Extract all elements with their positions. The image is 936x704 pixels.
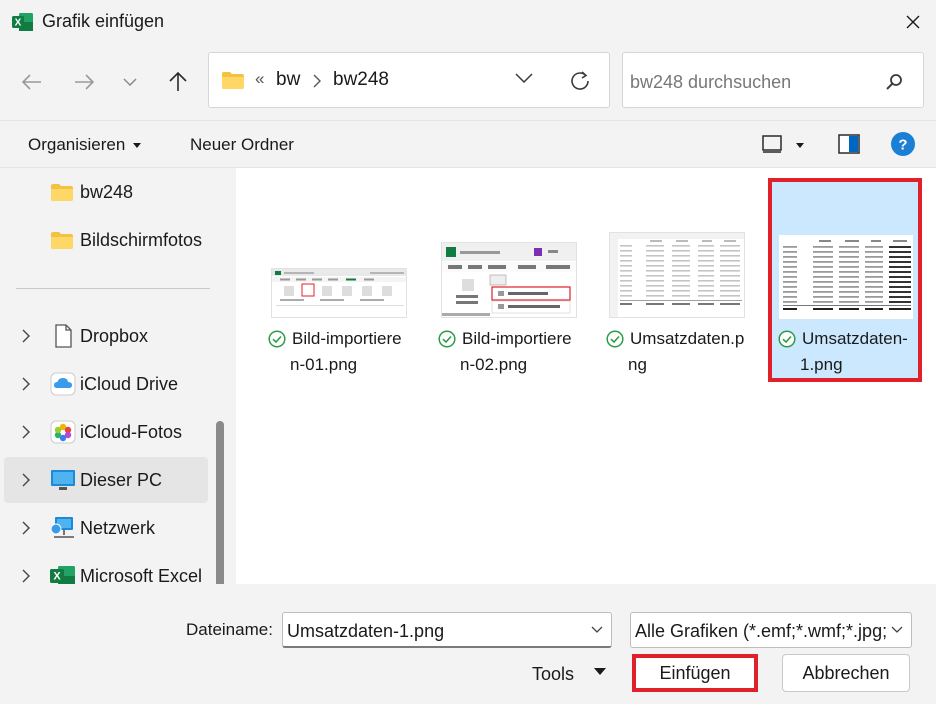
sync-check-icon	[606, 330, 624, 348]
breadcrumb-parent[interactable]: bw	[276, 69, 300, 91]
sidebar-item-dieser-pc[interactable]: Dieser PC	[4, 457, 208, 503]
caret-down-icon[interactable]	[594, 668, 606, 675]
chevron-right-icon[interactable]	[22, 473, 30, 487]
arrow-left-icon	[22, 74, 41, 90]
view-mode-icon[interactable]	[762, 135, 782, 153]
filename-field[interactable]: Umsatzdaten-1.png	[282, 612, 612, 648]
file-name-line2: n-02.png	[460, 355, 528, 374]
arrow-right-icon	[75, 74, 94, 90]
help-icon[interactable]: ?	[890, 131, 916, 157]
thumbnail-image	[441, 242, 577, 318]
chevron-right-icon[interactable]	[22, 569, 30, 583]
chevron-right-icon[interactable]	[22, 377, 30, 391]
sidebar-scrollbar[interactable]	[216, 421, 224, 584]
sidebar-item-icloud-drive[interactable]: iCloud Drive	[4, 361, 208, 407]
breadcrumb-current[interactable]: bw248	[333, 69, 389, 91]
search-input[interactable]: bw248 durchsuchen	[630, 72, 791, 93]
chevron-right-icon	[313, 74, 321, 88]
sidebar-item-label: iCloud-Fotos	[80, 422, 183, 442]
organize-label: Organisieren	[28, 135, 126, 154]
chevron-right-icon[interactable]	[22, 329, 30, 343]
filename-label: Dateiname:	[186, 620, 273, 639]
insert-button[interactable]: Einfügen	[632, 654, 758, 692]
file-name-line1: Umsatzdaten.p	[630, 329, 745, 348]
excel-icon: X	[50, 566, 75, 584]
command-bar: Organisieren Neuer Ordner ?	[0, 120, 936, 168]
file-name-line2: 1.png	[800, 355, 843, 374]
sync-check-icon	[268, 330, 286, 348]
photos-icon	[50, 420, 76, 444]
forward-button[interactable]	[66, 64, 102, 100]
tools-button[interactable]: Tools	[532, 664, 574, 685]
file-type-select[interactable]: Alle Grafiken (*.emf;*.wmf;*.jpg;	[630, 612, 912, 648]
chevron-down-icon[interactable]	[891, 626, 903, 633]
file-item-selected[interactable]: Umsatzdaten- 1.png	[768, 178, 922, 382]
sync-check-icon	[778, 330, 796, 348]
sidebar-divider	[16, 288, 210, 289]
sidebar-item-bw248[interactable]: bw248	[4, 169, 208, 215]
preview-pane-icon[interactable]	[838, 134, 860, 154]
sidebar-item-label: Microsoft Excel	[80, 566, 203, 584]
search-icon[interactable]	[885, 73, 903, 91]
dialog-footer: Dateiname: Umsatzdaten-1.png Alle Grafik…	[0, 584, 936, 704]
sidebar-item-icloud-fotos[interactable]: iCloud-Fotos	[4, 409, 208, 455]
window-title: Grafik einfügen	[42, 11, 165, 31]
arrow-up-icon	[169, 72, 187, 91]
sidebar-item-label: Dieser PC	[80, 470, 163, 490]
file-name-line1: Umsatzdaten-	[802, 329, 908, 348]
file-name-line2: n-01.png	[290, 355, 358, 374]
svg-text:?: ?	[898, 137, 907, 154]
refresh-icon[interactable]	[569, 70, 591, 92]
pc-icon	[51, 470, 75, 490]
chevron-right-icon[interactable]	[22, 521, 30, 535]
file-name-line2: ng	[628, 355, 647, 374]
new-folder-button[interactable]: Neuer Ordner	[190, 135, 294, 155]
chevron-right-icon[interactable]	[22, 425, 30, 439]
cancel-button[interactable]: Abbrechen	[782, 654, 910, 692]
thumbnail-image	[609, 232, 745, 318]
back-button[interactable]	[14, 64, 50, 100]
chevron-down-icon[interactable]	[591, 626, 603, 633]
filename-value[interactable]: Umsatzdaten-1.png	[287, 621, 444, 642]
sidebar-item-label: Netzwerk	[80, 518, 156, 538]
folder-icon	[51, 232, 73, 249]
up-button[interactable]	[160, 64, 196, 100]
excel-icon: X	[12, 13, 33, 31]
title-bar: X Grafik einfügen	[0, 0, 936, 44]
file-name-line1: Bild-importiere	[292, 329, 402, 348]
sidebar-item-dropbox[interactable]: Dropbox	[4, 313, 208, 359]
file-name-line1: Bild-importiere	[462, 329, 572, 348]
folder-icon	[51, 184, 73, 201]
sidebar-item-netzwerk[interactable]: Netzwerk	[4, 505, 208, 551]
chevron-down-icon	[123, 78, 137, 86]
sidebar-item-label: Dropbox	[80, 326, 149, 346]
sidebar-item-label: Bildschirmfotos	[80, 230, 203, 250]
file-type-value: Alle Grafiken (*.emf;*.wmf;*.jpg;	[635, 621, 888, 641]
search-box[interactable]: bw248 durchsuchen	[622, 52, 924, 108]
recent-locations-button[interactable]	[112, 64, 148, 100]
sidebar-item-microsoft-excel[interactable]: X Microsoft Excel	[4, 553, 208, 584]
sidebar-item-bildschirmfotos[interactable]: Bildschirmfotos	[4, 217, 208, 263]
sidebar-item-label: iCloud Drive	[80, 374, 179, 394]
document-icon	[55, 324, 72, 348]
close-button[interactable]	[890, 0, 936, 44]
breadcrumb-overflow[interactable]: «	[255, 69, 264, 89]
navigation-pane: bw248 Bildschirmfotos Dropbox iCloud Dri…	[0, 168, 236, 584]
svg-text:X: X	[15, 18, 22, 29]
icloud-icon	[50, 372, 76, 396]
address-bar[interactable]: « bw bw248	[208, 52, 610, 108]
caret-down-icon[interactable]	[796, 143, 804, 148]
sidebar-item-label: bw248	[80, 182, 134, 202]
sync-check-icon	[438, 330, 456, 348]
caret-down-icon	[133, 143, 142, 149]
close-icon	[906, 15, 920, 29]
chevron-down-icon[interactable]	[515, 73, 533, 83]
svg-text:X: X	[53, 571, 61, 583]
thumbnail-image	[271, 268, 407, 318]
folder-icon	[222, 72, 244, 89]
file-list: Bild-importiere n-01.png Bild-importiere…	[236, 168, 936, 584]
thumbnail-image	[778, 234, 914, 320]
network-icon	[50, 517, 74, 538]
organize-button[interactable]: Organisieren	[28, 135, 142, 155]
